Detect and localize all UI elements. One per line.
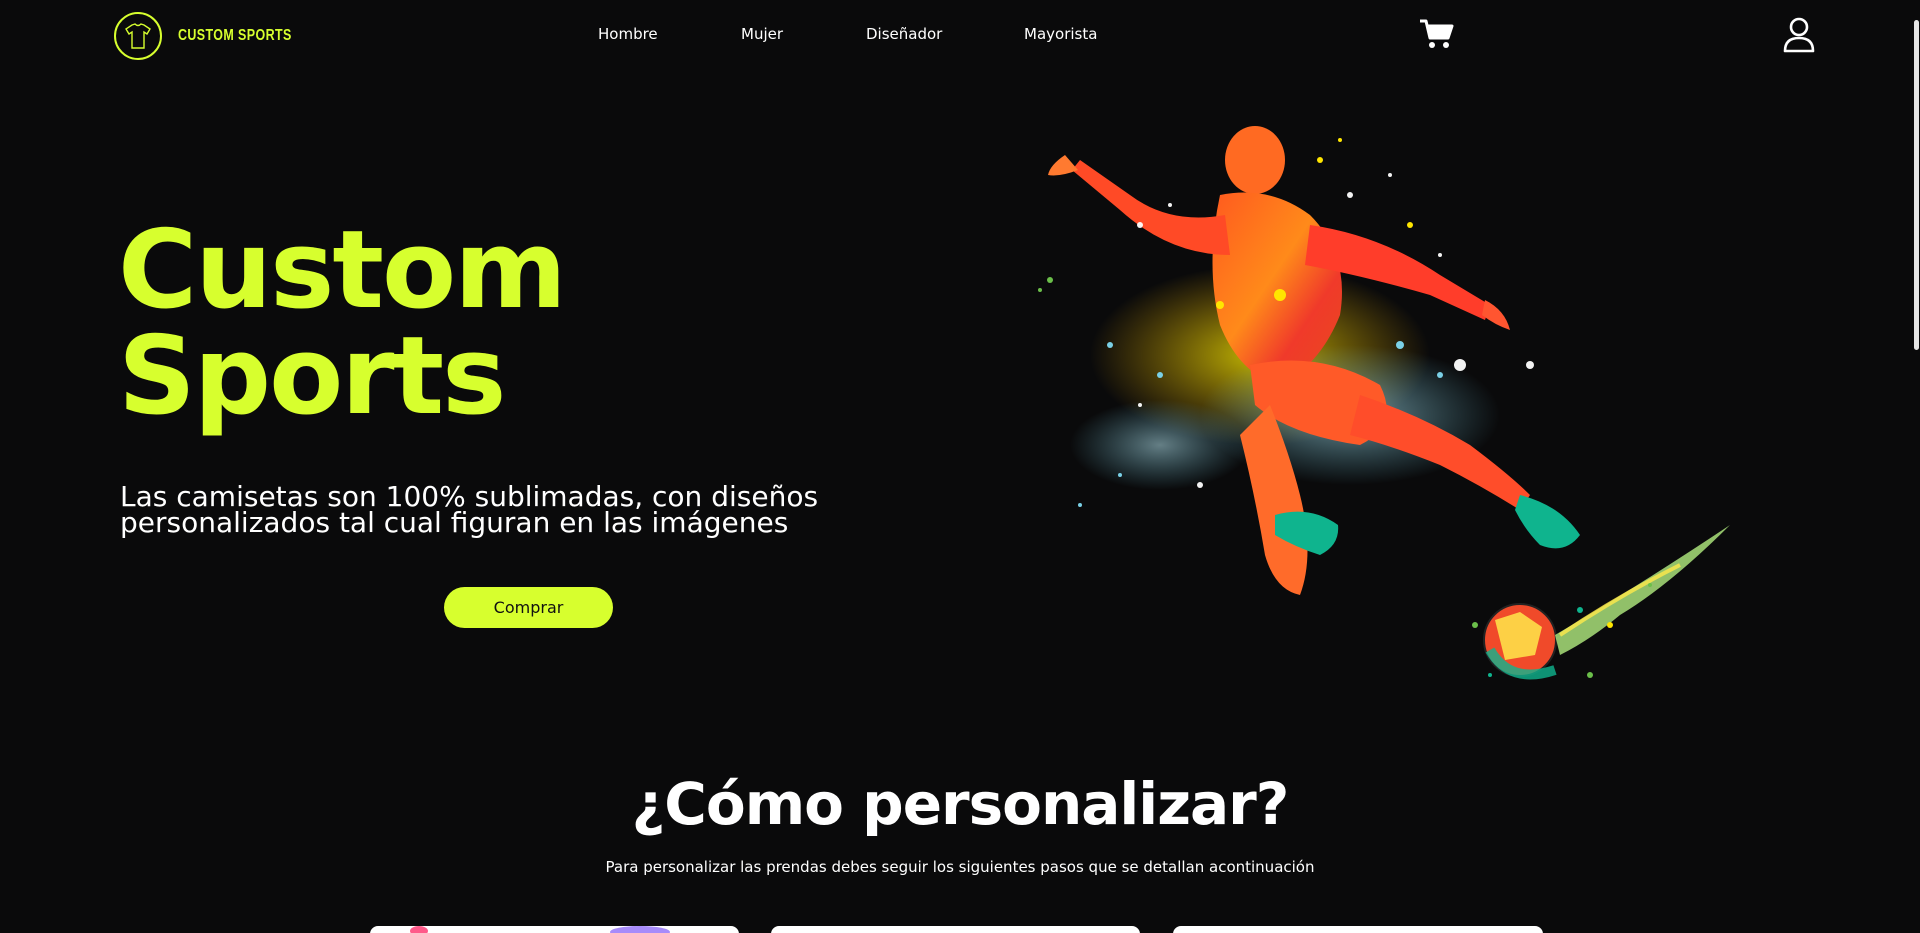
user-icon[interactable] [1783, 17, 1815, 57]
hero-title-line-2: Sports [118, 314, 506, 439]
step-card-3[interactable] [1173, 926, 1543, 933]
nav-link-disenador[interactable]: Diseñador [866, 25, 942, 43]
brand-logo[interactable]: CUSTOM SPORTS [114, 12, 324, 60]
brand-name: CUSTOM SPORTS [178, 27, 292, 44]
buy-button[interactable]: Comprar [444, 587, 613, 628]
soccer-player-splash-illustration [1020, 115, 1740, 735]
landing-page: CUSTOM SPORTS Hombre Mujer Diseñador May… [0, 0, 1920, 933]
card-image-accent [610, 926, 670, 933]
nav-link-hombre[interactable]: Hombre [598, 25, 658, 43]
scrollbar-thumb[interactable] [1914, 20, 1919, 350]
nav-link-mujer[interactable]: Mujer [741, 25, 783, 43]
hero-title-line-1: Custom [118, 208, 567, 333]
jersey-logo-icon [114, 12, 162, 60]
section-title: ¿Cómo personalizar? [631, 770, 1290, 838]
page-scrollbar[interactable] [1912, 0, 1920, 933]
cart-icon[interactable] [1419, 18, 1455, 54]
step-card-1[interactable] [370, 926, 739, 933]
card-image-accent [410, 926, 428, 933]
hero-subtitle-line-2: personalizados tal cual figuran en las i… [120, 506, 789, 539]
hero-title: Custom Sports [118, 208, 567, 439]
navbar: CUSTOM SPORTS Hombre Mujer Diseñador May… [0, 0, 1920, 72]
hero-subtitle: Las camisetas son 100% sublimadas, con d… [120, 483, 900, 539]
section-subtitle: Para personalizar las prendas debes segu… [605, 858, 1315, 876]
step-card-2[interactable] [771, 926, 1140, 933]
nav-link-mayorista[interactable]: Mayorista [1024, 25, 1097, 43]
